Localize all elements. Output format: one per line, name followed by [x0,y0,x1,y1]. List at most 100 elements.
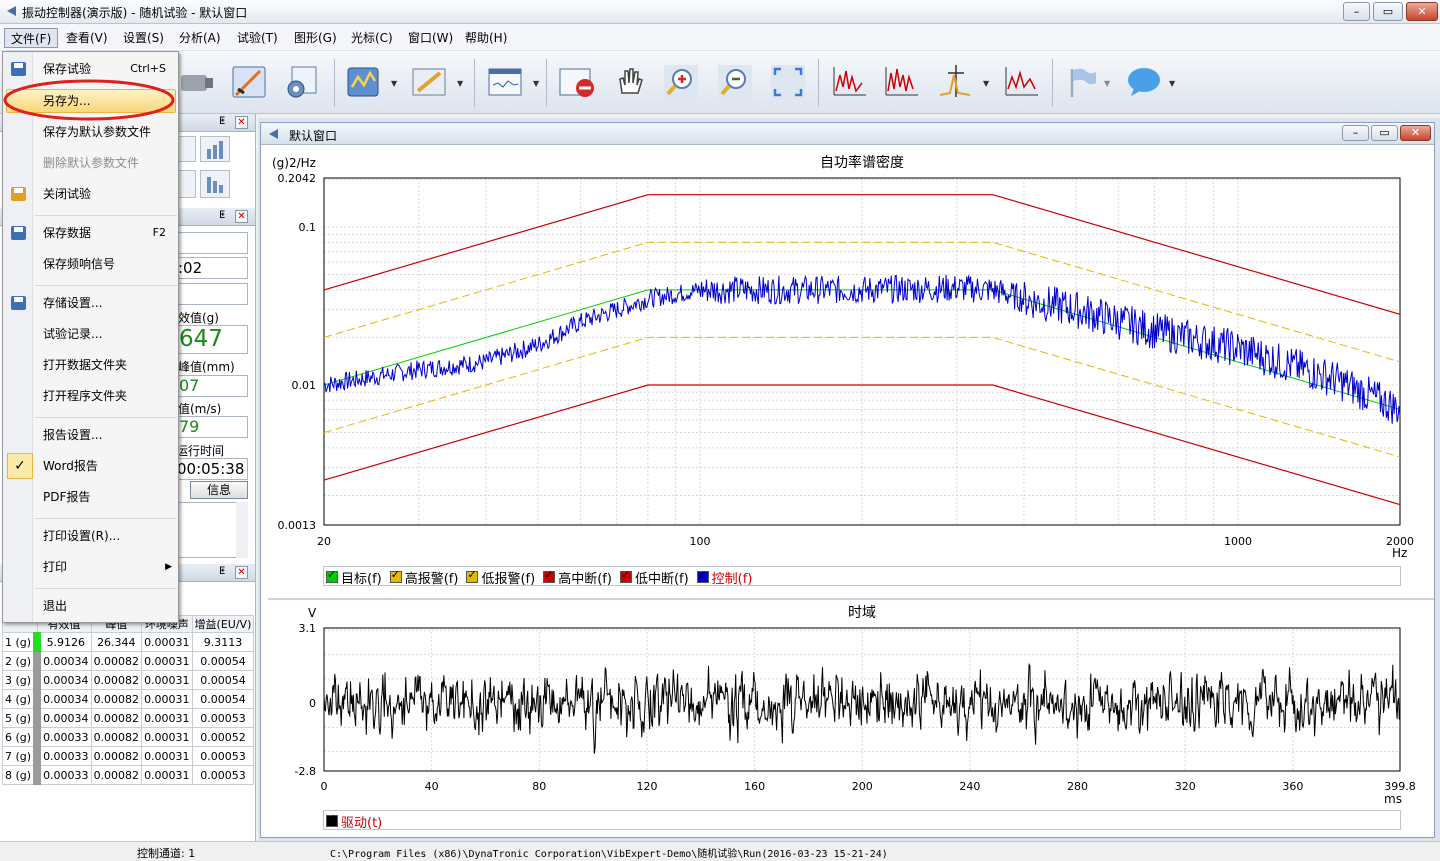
table-row[interactable]: 2 (g) 0.00034 0.00082 0.00031 0.00054 [2,651,255,671]
test-setup-icon[interactable] [228,61,270,103]
close-button[interactable]: ✕ [1406,2,1438,21]
menu-window[interactable]: 窗口(W) [402,28,459,48]
x-tick-label: 20 [317,535,331,548]
menu-graph[interactable]: 图形(G) [288,28,343,48]
menu-settings[interactable]: 设置(S) [117,28,170,48]
legend-checkbox[interactable] [466,568,479,583]
run-test-icon[interactable] [342,61,384,103]
legend-checkbox[interactable] [389,568,402,583]
hand-pan-icon[interactable] [608,61,650,103]
zoom-out-icon[interactable] [714,61,756,103]
menu-item-4[interactable]: 关闭试验 [43,184,91,204]
menu-cursor[interactable]: 光标(C) [345,28,399,48]
table-row[interactable]: 5 (g) 0.00034 0.00082 0.00031 0.00053 [2,708,255,728]
menu-item-15[interactable]: 打印 [43,557,67,577]
view-tile-button[interactable] [178,136,196,162]
menu-item-7[interactable]: 存储设置... [43,293,102,313]
cursor-peak-dropdown-icon[interactable]: ▼ [983,79,989,88]
child-maximize-button[interactable]: ▭ [1371,125,1398,141]
menu-item-13[interactable]: PDF报告 [43,487,90,507]
spectrum-1-icon[interactable] [828,61,870,103]
menu-item-12[interactable]: Word报告 [43,456,98,476]
pin-icon[interactable]: ⵟ [219,210,225,221]
table-cell: 0.00034 [36,689,92,709]
menu-item-0[interactable]: 保存试验 [43,59,91,79]
panel-close-button[interactable]: ✕ [235,566,248,579]
cursor-peak-icon[interactable] [934,61,976,103]
pin-icon[interactable]: ⵟ [219,116,225,127]
y-tick-label: 3.1 [299,622,317,635]
gear-settings-icon[interactable] [280,61,322,103]
legend-item-0[interactable]: 目标(f) [326,568,382,587]
legend-checkbox[interactable] [326,568,338,583]
menu-file[interactable]: 文件(F) [4,28,59,48]
menu-analysis[interactable]: 分析(A) [173,28,227,48]
panel-close-button[interactable]: ✕ [235,116,248,129]
table-row[interactable]: 7 (g) 0.00033 0.00082 0.00031 0.00053 [2,746,255,766]
spectrum-3-icon[interactable] [1000,61,1042,103]
menu-item-2[interactable]: 保存为默认参数文件 [43,122,151,142]
comment-bubble-icon[interactable] [1122,61,1164,103]
menu-item-11[interactable]: 报告设置... [43,425,102,445]
legend-item-1[interactable]: 高报警(f) [389,568,458,587]
legend-item-5[interactable]: 控制(f) [696,568,752,587]
run-test-dropdown-icon[interactable]: ▼ [391,79,397,88]
legend-item-4[interactable]: 低中断(f) [619,568,689,587]
edit-profile-icon[interactable] [408,61,450,103]
menu-view[interactable]: 查看(V) [60,28,114,48]
view-tile-button-2[interactable] [178,170,196,198]
flag-dropdown-icon[interactable]: ▼ [1104,79,1110,88]
legend-checkbox[interactable] [696,568,709,583]
time-chart[interactable]: 时域 Vms 3.1 0 -2.8 0 40 80 120 160 200 240 280 320 360 3… [268,600,1434,805]
comment-dropdown-icon[interactable]: ▼ [1169,79,1175,88]
table-row[interactable]: 6 (g) 0.00033 0.00082 0.00031 0.00052 [2,727,255,747]
spectrum-2-icon[interactable] [880,61,922,103]
menu-item-16[interactable]: 退出 [43,596,67,616]
table-row[interactable]: 4 (g) 0.00034 0.00082 0.00031 0.00054 [2,689,255,709]
panel-close-button[interactable]: ✕ [235,210,248,223]
fit-view-icon[interactable] [767,61,809,103]
legend-checkbox[interactable] [619,568,632,583]
window-title: 振动控制器(演示版) - 随机试验 - 默认窗口 [22,6,248,20]
minimize-button[interactable]: – [1343,2,1370,21]
table-row[interactable]: 1 (g) 5.9126 26.344 0.00031 9.3113 [2,632,255,652]
legend-checkbox[interactable] [543,568,556,583]
child-close-button[interactable]: ✕ [1400,125,1431,141]
legend-item-3[interactable]: 高中断(f) [543,568,612,587]
flag-marker-icon[interactable] [1060,61,1102,103]
table-row[interactable]: 3 (g) 0.00034 0.00082 0.00031 0.00054 [2,670,255,690]
app-icon [5,5,18,18]
menu-item-3[interactable]: 删除默认参数文件 [43,153,139,173]
menu-item-9[interactable]: 打开数据文件夹 [43,355,127,375]
legend-drive[interactable]: 驱动(t) [326,812,382,831]
menu-item-10[interactable]: 打开程序文件夹 [43,386,127,406]
chart-title: 时域 [848,605,876,621]
bar-chart-icon[interactable] [200,136,230,162]
edit-profile-dropdown-icon[interactable]: ▼ [457,79,463,88]
psd-chart[interactable]: 自功率谱密度 (g)2/Hz Hz 0.2042 0.1 0.01 0.001320 100 1… [268,146,1434,560]
zoom-in-icon[interactable] [660,61,702,103]
legend-checkbox[interactable] [326,812,338,827]
menu-item-6[interactable]: 保存频响信号 [43,254,115,274]
message-scrollbar[interactable] [236,502,248,558]
menu-item-5[interactable]: 保存数据 [43,223,91,243]
menu-item-8[interactable]: 试验记录... [43,324,102,344]
legend-item-2[interactable]: 低报警(f) [466,568,535,587]
maximize-button[interactable]: ▭ [1373,2,1403,21]
x-tick-label: 1000 [1224,535,1252,548]
stop-window-icon[interactable] [556,61,598,103]
table-cell: 0.00033 [36,765,92,785]
x-tick-label: 2000 [1386,535,1414,548]
pin-icon[interactable]: ⵟ [219,566,225,577]
menu-help[interactable]: 帮助(H) [459,28,513,48]
child-minimize-button[interactable]: – [1342,125,1369,141]
bar-chart-alt-icon[interactable] [200,170,230,198]
menu-test[interactable]: 试验(T) [231,28,284,48]
table-row[interactable]: 8 (g) 0.00033 0.00082 0.00031 0.00053 [2,765,255,785]
menu-item-14[interactable]: 打印设置(R)... [43,526,120,546]
save-data-icon [11,226,26,240]
info-button[interactable]: 信息 [190,481,248,499]
signal-window-dropdown-icon[interactable]: ▼ [533,79,539,88]
signal-window-icon[interactable] [484,61,526,103]
motor-icon[interactable] [176,61,216,103]
